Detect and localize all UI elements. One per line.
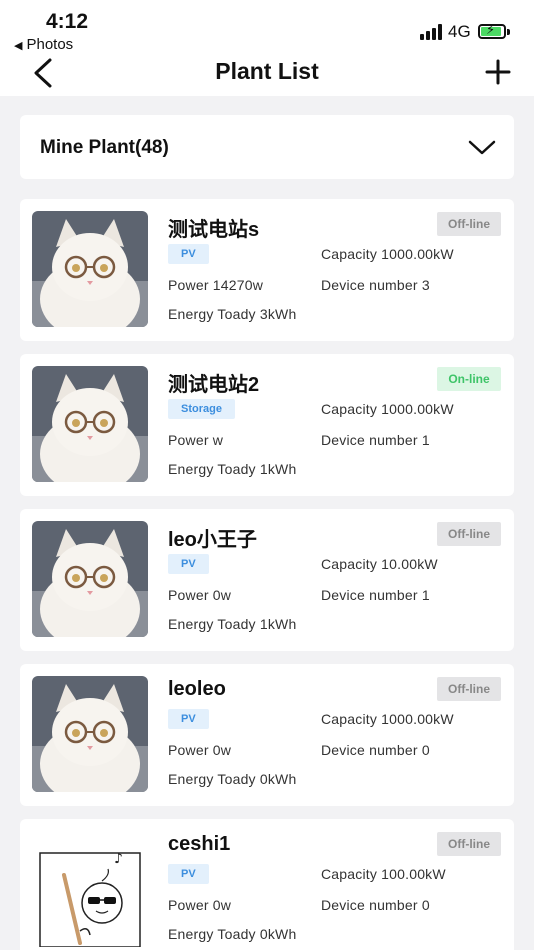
- svg-text:♪: ♪: [114, 851, 123, 867]
- plant-capacity: Capacity 10.00kW: [321, 556, 438, 572]
- plant-name: leo小王子: [168, 529, 257, 551]
- plant-power: Power w: [168, 432, 224, 448]
- signal-icon: [420, 24, 442, 40]
- plant-device-number: Device number 3: [321, 277, 430, 293]
- plant-card[interactable]: leo小王子 Off-line PV Capacity 10.00kW Powe…: [20, 509, 514, 651]
- plant-energy-today: Energy Toady 0kWh: [168, 926, 297, 942]
- plant-name: leoleo: [168, 678, 226, 700]
- plant-thumbnail: [32, 676, 148, 792]
- plant-energy-today: Energy Toady 0kWh: [168, 771, 297, 787]
- network-type: 4G: [448, 22, 471, 41]
- plant-thumbnail: [32, 366, 148, 482]
- plant-type-tag: PV: [168, 244, 209, 264]
- plant-energy-today: Energy Toady 3kWh: [168, 306, 297, 322]
- back-to-photos-link[interactable]: ◀ Photos: [14, 36, 73, 53]
- plant-name: 测试电站2: [168, 374, 260, 396]
- plant-type-tag: PV: [168, 554, 209, 574]
- plant-thumbnail: [32, 211, 148, 327]
- status-badge: Off-line: [437, 522, 501, 546]
- status-badge: Off-line: [437, 677, 501, 701]
- status-badge: Off-line: [437, 212, 501, 236]
- plant-type-tag: PV: [168, 709, 209, 729]
- plant-energy-today: Energy Toady 1kWh: [168, 461, 297, 477]
- plant-energy-today: Energy Toady 1kWh: [168, 616, 297, 632]
- plant-device-number: Device number 1: [321, 587, 430, 603]
- plant-capacity: Capacity 1000.00kW: [321, 711, 454, 727]
- plant-device-number: Device number 0: [321, 742, 430, 758]
- chevron-down-icon: [468, 137, 496, 157]
- plant-device-number: Device number 0: [321, 897, 430, 913]
- filter-label: Mine Plant(48): [40, 137, 169, 158]
- plant-card[interactable]: leoleo Off-line PV Capacity 1000.00kW Po…: [20, 664, 514, 806]
- plus-icon[interactable]: [484, 58, 512, 86]
- battery-icon: ⚡: [478, 22, 506, 39]
- plant-capacity: Capacity 100.00kW: [321, 866, 446, 882]
- plant-name: 测试电站s: [168, 219, 260, 241]
- plant-device-number: Device number 1: [321, 432, 430, 448]
- plant-capacity: Capacity 1000.00kW: [321, 401, 454, 417]
- plant-name: ceshi1: [168, 833, 231, 855]
- plant-filter-dropdown[interactable]: Mine Plant(48): [20, 115, 514, 179]
- status-time: 4:12: [46, 10, 89, 33]
- back-app-label: Photos: [26, 36, 74, 53]
- page-title: Plant List: [215, 58, 319, 84]
- plant-type-tag: PV: [168, 864, 209, 884]
- plant-power: Power 14270w: [168, 277, 264, 293]
- plant-thumbnail: [32, 521, 148, 637]
- back-triangle-icon: ◀: [14, 40, 23, 52]
- plant-capacity: Capacity 1000.00kW: [321, 246, 454, 262]
- nav-bar: Plant List: [0, 56, 534, 96]
- status-badge: Off-line: [437, 832, 501, 856]
- status-badge: On-line: [437, 367, 501, 391]
- plant-thumbnail: ♪: [32, 831, 148, 947]
- status-bar: 4:12 ◀ Photos 4G ⚡: [0, 0, 534, 56]
- battery-tip: [507, 29, 510, 35]
- plant-card[interactable]: ♪ ceshi1 Off-line PV Capacity 100.00kW P…: [20, 819, 514, 950]
- plant-card[interactable]: 测试电站2 On-line Storage Capacity 1000.00kW…: [20, 354, 514, 496]
- plant-card[interactable]: 测试电站s Off-line PV Capacity 1000.00kW Pow…: [20, 199, 514, 341]
- plant-power: Power 0w: [168, 742, 232, 758]
- plant-type-tag: Storage: [168, 399, 235, 419]
- plant-power: Power 0w: [168, 587, 232, 603]
- plant-power: Power 0w: [168, 897, 232, 913]
